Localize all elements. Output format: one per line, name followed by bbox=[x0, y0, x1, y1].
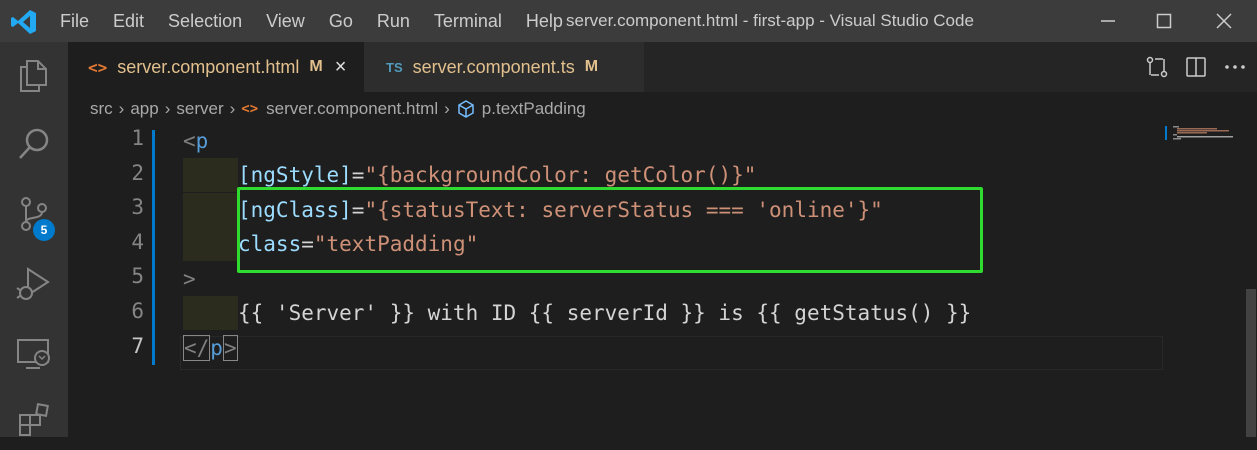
menu-terminal[interactable]: Terminal bbox=[422, 0, 514, 42]
line-number: 5 bbox=[131, 264, 144, 288]
run-debug-button[interactable] bbox=[0, 254, 68, 314]
menu-go[interactable]: Go bbox=[317, 0, 365, 42]
close-icon bbox=[1216, 13, 1232, 29]
minimap-preview-icon bbox=[1165, 126, 1233, 140]
source-control-button[interactable]: 5 bbox=[0, 184, 68, 244]
menu-bar: File Edit Selection View Go Run Terminal… bbox=[48, 0, 575, 42]
breadcrumb-symbol[interactable]: p.textPadding bbox=[482, 99, 586, 119]
extensions-icon bbox=[19, 403, 49, 436]
tag-open-bracket: < bbox=[183, 129, 196, 153]
remote-explorer-button[interactable] bbox=[0, 324, 68, 384]
maximize-button[interactable] bbox=[1136, 0, 1192, 42]
line-number: 2 bbox=[131, 161, 144, 185]
symbol-element-icon bbox=[458, 100, 474, 118]
minimize-button[interactable] bbox=[1080, 0, 1136, 42]
tag-close-bracket: > bbox=[183, 267, 196, 291]
chevron-right-icon: › bbox=[118, 99, 125, 118]
typescript-file-icon: TS bbox=[386, 59, 403, 75]
code-editor[interactable]: 1 2 3 4 5 6 7 <p [ngStyle]="{backgroundC… bbox=[68, 124, 1163, 437]
title-bar: File Edit Selection View Go Run Terminal… bbox=[0, 0, 1257, 42]
chevron-right-icon: › bbox=[229, 99, 236, 118]
tag-name: p bbox=[210, 336, 223, 360]
breadcrumb-file[interactable]: server.component.html bbox=[266, 99, 438, 119]
split-editor-icon[interactable] bbox=[1185, 56, 1207, 78]
activity-bar: 5 bbox=[0, 42, 68, 437]
line-number: 7 bbox=[131, 334, 144, 358]
tag-close-bracket: > bbox=[222, 335, 238, 361]
tab-server-component-html[interactable]: <> server.component.html M × bbox=[68, 42, 364, 92]
menu-selection[interactable]: Selection bbox=[156, 0, 254, 42]
equals-sign: = bbox=[351, 163, 365, 187]
line-number: 4 bbox=[131, 230, 144, 254]
menu-run[interactable]: Run bbox=[365, 0, 422, 42]
minimap[interactable] bbox=[1163, 124, 1243, 437]
tab-server-component-ts[interactable]: TS server.component.ts M bbox=[364, 42, 644, 92]
files-icon bbox=[20, 60, 47, 92]
chevron-right-icon: › bbox=[444, 99, 450, 118]
scrollbar-thumb[interactable] bbox=[1246, 289, 1256, 437]
tab-label: server.component.html bbox=[117, 56, 300, 77]
editor-tab-bar: <> server.component.html M × TS server.c… bbox=[68, 42, 1257, 92]
more-actions-icon[interactable] bbox=[1223, 55, 1247, 79]
breadcrumb-app[interactable]: app bbox=[130, 99, 158, 119]
breadcrumb-src[interactable]: src bbox=[90, 99, 113, 119]
menu-view[interactable]: View bbox=[254, 0, 317, 42]
close-tab-button[interactable]: × bbox=[335, 56, 347, 79]
code-line-6: {{ 'Server' }} with ID {{ serverId }} is… bbox=[183, 296, 971, 330]
search-button[interactable] bbox=[0, 114, 68, 174]
breadcrumb: src › app › server › <> server.component… bbox=[90, 92, 586, 126]
maximize-icon bbox=[1156, 13, 1172, 29]
line-number: 6 bbox=[131, 299, 144, 323]
run-debug-icon bbox=[16, 267, 50, 300]
extensions-button[interactable] bbox=[0, 390, 68, 450]
search-icon bbox=[19, 128, 49, 159]
modified-indicator: M bbox=[584, 58, 599, 75]
close-window-button[interactable] bbox=[1196, 0, 1252, 42]
breadcrumb-server[interactable]: server bbox=[176, 99, 223, 119]
current-line-highlight bbox=[180, 336, 1163, 370]
vscode-logo-icon bbox=[11, 10, 36, 34]
window-title: server.component.html - first-app - Visu… bbox=[566, 11, 974, 30]
interpolation-text: {{ 'Server' }} with ID {{ serverId }} is… bbox=[238, 301, 972, 325]
tag-name: p bbox=[195, 129, 209, 153]
line-number: 3 bbox=[131, 195, 144, 219]
line-number: 1 bbox=[131, 126, 144, 150]
annotation-highlight-box bbox=[237, 187, 983, 273]
open-changes-icon[interactable] bbox=[1145, 55, 1169, 79]
chevron-right-icon: › bbox=[164, 99, 171, 118]
code-line-7: </p> bbox=[183, 331, 238, 365]
modified-indicator: M bbox=[309, 58, 323, 75]
attribute-value: "{backgroundColor: getColor()}" bbox=[364, 163, 757, 187]
attribute-name: [ngStyle] bbox=[238, 163, 352, 187]
editor-actions bbox=[1145, 42, 1247, 92]
source-control-badge: 5 bbox=[33, 219, 55, 241]
menu-edit[interactable]: Edit bbox=[101, 0, 156, 42]
tag-open-bracket: </ bbox=[183, 335, 211, 361]
modified-lines-gutter-indicator bbox=[152, 130, 155, 365]
code-line-5: > bbox=[183, 262, 196, 296]
minimize-icon bbox=[1101, 20, 1115, 22]
tab-label: server.component.ts bbox=[412, 56, 575, 77]
menu-file[interactable]: File bbox=[48, 0, 101, 42]
code-line-1: <p bbox=[183, 124, 208, 158]
remote-explorer-icon bbox=[17, 339, 50, 369]
html-file-icon: <> bbox=[88, 57, 108, 77]
explorer-button[interactable] bbox=[0, 46, 68, 106]
html-file-icon: <> bbox=[241, 101, 259, 117]
vertical-scrollbar[interactable] bbox=[1244, 124, 1257, 437]
